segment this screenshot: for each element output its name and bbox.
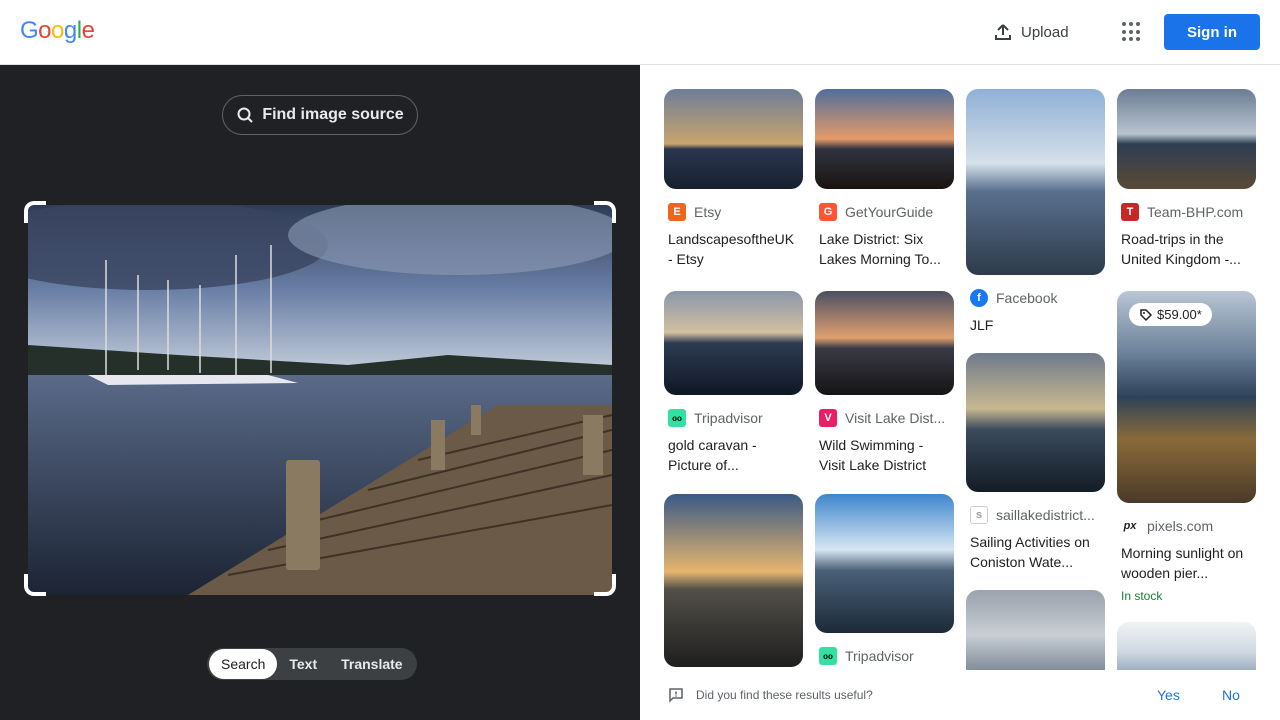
feedback-no-button[interactable]: No	[1222, 687, 1240, 703]
result-source: oo Tripadvisor	[664, 409, 803, 427]
result-card[interactable]	[664, 494, 803, 667]
crop-handle-bottom-right[interactable]	[594, 574, 616, 596]
result-card[interactable]	[1117, 622, 1256, 670]
find-image-source-label: Find image source	[262, 106, 404, 123]
result-title[interactable]: Lake District: Six Lakes Morning To...	[815, 229, 954, 269]
result-thumbnail[interactable]	[1117, 89, 1256, 189]
result-card[interactable]: oo Tripadvisor	[815, 494, 954, 665]
find-image-source-button[interactable]: Find image source	[222, 95, 418, 135]
result-thumbnail[interactable]	[815, 89, 954, 189]
tripadvisor-icon: oo	[668, 409, 686, 427]
sign-in-button[interactable]: Sign in	[1164, 14, 1260, 50]
upload-label: Upload	[1021, 23, 1069, 41]
facebook-icon: f	[970, 289, 988, 307]
etsy-icon: E	[668, 203, 686, 221]
result-title[interactable]: Sailing Activities on Coniston Wate...	[966, 532, 1105, 572]
apps-grid-icon[interactable]	[1122, 22, 1142, 42]
lens-mode-switcher: Search Text Translate	[207, 648, 417, 680]
result-source: T Team-BHP.com	[1117, 203, 1256, 221]
result-thumbnail[interactable]	[664, 89, 803, 189]
result-card[interactable]: $59.00* px pixels.com Morning sunlight o…	[1117, 291, 1256, 603]
crop-handle-bottom-left[interactable]	[24, 574, 46, 596]
result-title[interactable]: LandscapesoftheUK - Etsy	[664, 229, 803, 269]
upload-icon	[995, 24, 1011, 40]
upload-button[interactable]: Upload	[993, 20, 1069, 44]
crop-handle-top-left[interactable]	[24, 201, 46, 223]
result-thumbnail[interactable]	[966, 353, 1105, 492]
tripadvisor-icon: oo	[819, 647, 837, 665]
result-card[interactable]: V Visit Lake Dist... Wild Swimming - Vis…	[815, 291, 954, 475]
visual-matches-grid: E Etsy LandscapesoftheUK - Etsy oo Tripa…	[640, 65, 1280, 670]
result-card[interactable]: oo Tripadvisor gold caravan - Picture of…	[664, 291, 803, 475]
result-title[interactable]: gold caravan - Picture of...	[664, 435, 803, 475]
result-thumbnail[interactable]	[664, 291, 803, 395]
result-source: E Etsy	[664, 203, 803, 221]
result-thumbnail[interactable]: $59.00*	[1117, 291, 1256, 503]
result-source: V Visit Lake Dist...	[815, 409, 954, 427]
mode-text-tab[interactable]: Text	[277, 649, 329, 679]
result-thumbnail[interactable]	[815, 494, 954, 633]
lens-search-icon	[237, 107, 254, 123]
google-logo[interactable]: Google	[20, 17, 95, 45]
team-bhp-icon: T	[1121, 203, 1139, 221]
pixels-icon: px	[1121, 517, 1139, 535]
visit-lake-district-icon: V	[819, 409, 837, 427]
crop-handle-top-right[interactable]	[594, 201, 616, 223]
mode-search-tab[interactable]: Search	[209, 649, 278, 679]
header: Google Upload Sign in	[0, 0, 1280, 65]
mode-translate-tab[interactable]: Translate	[329, 649, 414, 679]
result-thumbnail[interactable]	[966, 89, 1105, 275]
result-source: f Facebook	[966, 289, 1105, 307]
result-card[interactable]: E Etsy LandscapesoftheUK - Etsy	[664, 89, 803, 269]
result-card[interactable]	[966, 590, 1105, 670]
result-thumbnail[interactable]	[1117, 622, 1256, 670]
saillakedistrict-icon: s	[970, 506, 988, 524]
result-thumbnail[interactable]	[664, 494, 803, 667]
getyourguide-icon: G	[819, 203, 837, 221]
query-image	[28, 205, 612, 595]
result-title[interactable]: Morning sunlight on wooden pier...	[1117, 543, 1256, 583]
result-source: G GetYourGuide	[815, 203, 954, 221]
result-source: s saillakedistrict...	[966, 506, 1105, 524]
lens-image-pane: Find image source Search Text Translate	[0, 65, 640, 720]
result-source: px pixels.com	[1117, 517, 1256, 535]
result-thumbnail[interactable]	[966, 590, 1105, 670]
stock-status: In stock	[1121, 589, 1163, 603]
result-card[interactable]: G GetYourGuide Lake District: Six Lakes …	[815, 89, 954, 269]
feedback-icon	[669, 688, 683, 703]
result-thumbnail[interactable]	[815, 291, 954, 395]
price-tag-icon	[1140, 308, 1153, 321]
result-title[interactable]: Wild Swimming - Visit Lake District	[815, 435, 954, 475]
result-title[interactable]: JLF	[966, 315, 1105, 335]
result-title[interactable]: Road-trips in the United Kingdom -...	[1117, 229, 1256, 269]
result-card[interactable]: s saillakedistrict... Sailing Activities…	[966, 353, 1105, 572]
result-source: oo Tripadvisor	[815, 647, 954, 665]
price-badge: $59.00*	[1129, 303, 1212, 326]
feedback-yes-button[interactable]: Yes	[1157, 687, 1180, 703]
feedback-bar: Did you find these results useful? Yes N…	[640, 670, 1280, 720]
feedback-question: Did you find these results useful?	[696, 688, 873, 702]
result-card[interactable]: T Team-BHP.com Road-trips in the United …	[1117, 89, 1256, 269]
result-card[interactable]: f Facebook JLF	[966, 89, 1105, 335]
